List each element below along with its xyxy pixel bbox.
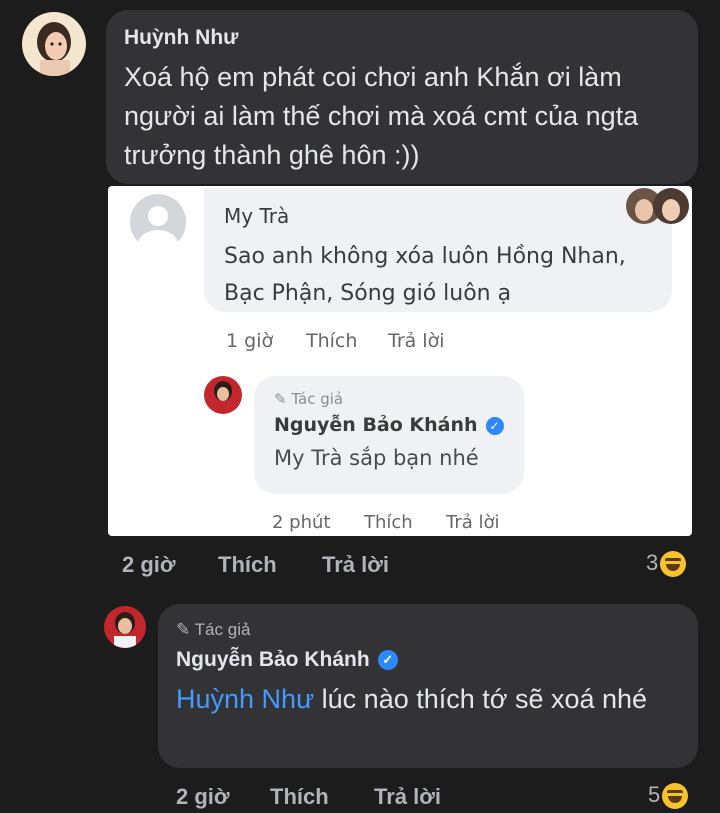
pencil-icon: ✎ xyxy=(176,620,191,639)
pencil-icon: ✎ xyxy=(274,390,287,408)
screenshot-comment-text: Sao anh không xóa luôn Hồng Nhan, Bạc Ph… xyxy=(224,244,626,306)
reply-like-button[interactable]: Thích xyxy=(270,784,329,810)
screenshot-reply-tag: ✎ Tác giả xyxy=(274,390,343,408)
profile-photos-sticker xyxy=(624,186,690,230)
screenshot-reply-bubble: ✎ Tác giả Nguyễn Bảo Khánh ✓ My Trà sắp b… xyxy=(254,376,524,494)
reply-author-tag-label: Tác giả xyxy=(194,620,251,639)
screenshot-comment-reply: Trả lời xyxy=(388,330,445,352)
comment-author[interactable]: Huỳnh Như xyxy=(124,26,238,50)
comment-time[interactable]: 2 giờ xyxy=(122,552,176,578)
screenshot-reply-like: Thích xyxy=(364,512,413,533)
reply-bubble: ✎ Tác giả Nguyễn Bảo Khánh ✓ Huỳnh Như lú… xyxy=(158,604,698,768)
screenshot-reply-text: My Trà sắp bạn nhé xyxy=(274,446,479,470)
screenshot-reply-author: Nguyễn Bảo Khánh xyxy=(274,414,478,436)
laughing-emoji-icon xyxy=(660,551,687,578)
screenshot-reply-time: 2 phút xyxy=(272,512,331,533)
mention-huynh-nhu[interactable]: Huỳnh Như xyxy=(176,684,314,714)
reply-author-tag: ✎ Tác giả xyxy=(176,620,250,640)
reply-reply-button[interactable]: Trả lời xyxy=(374,784,441,810)
screenshot-reply-avatar xyxy=(204,376,242,414)
avatar-huynh-nhu[interactable] xyxy=(22,12,86,76)
default-avatar xyxy=(130,194,186,250)
embedded-screenshot: My Trà Sao anh không xóa luôn Hồng Nhan,… xyxy=(108,186,692,536)
verified-badge-icon: ✓ xyxy=(377,650,398,671)
comment-text: Xoá hộ em phát coi chơi anh Khắn ơi làm … xyxy=(124,62,639,170)
comment-reaction-count: 3 xyxy=(646,550,659,575)
verified-badge-icon: ✓ xyxy=(485,416,504,435)
screenshot-comment-bubble: My Trà Sao anh không xóa luôn Hồng Nhan,… xyxy=(204,188,672,312)
screenshot-comment-time: 1 giờ xyxy=(226,330,274,352)
comment-bubble: Huỳnh Như Xoá hộ em phát coi chơi anh Kh… xyxy=(106,10,698,184)
screenshot-comment-author: My Trà xyxy=(224,204,290,228)
reply-author-row: Nguyễn Bảo Khánh ✓ xyxy=(176,648,398,672)
screenshot-comment-like: Thích xyxy=(306,330,358,352)
reply-reactions[interactable]: 5 xyxy=(648,782,689,810)
avatar-nguyen-bao-khanh[interactable] xyxy=(104,606,146,648)
reply-reaction-count: 5 xyxy=(648,782,661,807)
reply-text: Huỳnh Như lúc nào thích tớ sẽ xoá nhé xyxy=(176,680,666,719)
reply-author[interactable]: Nguyễn Bảo Khánh xyxy=(176,648,370,671)
screenshot-reply-reply: Trả lời xyxy=(446,512,500,533)
laughing-emoji-icon xyxy=(662,783,689,810)
comment-reply-button[interactable]: Trả lời xyxy=(322,552,389,578)
comment-reactions[interactable]: 3 xyxy=(646,550,687,578)
reply-time[interactable]: 2 giờ xyxy=(176,784,230,810)
screenshot-reply-author-row: Nguyễn Bảo Khánh ✓ xyxy=(274,414,504,436)
reply-text-body: lúc nào thích tớ sẽ xoá nhé xyxy=(321,684,648,714)
screenshot-reply-tag-label: Tác giả xyxy=(291,390,344,408)
comment-like-button[interactable]: Thích xyxy=(218,552,277,578)
